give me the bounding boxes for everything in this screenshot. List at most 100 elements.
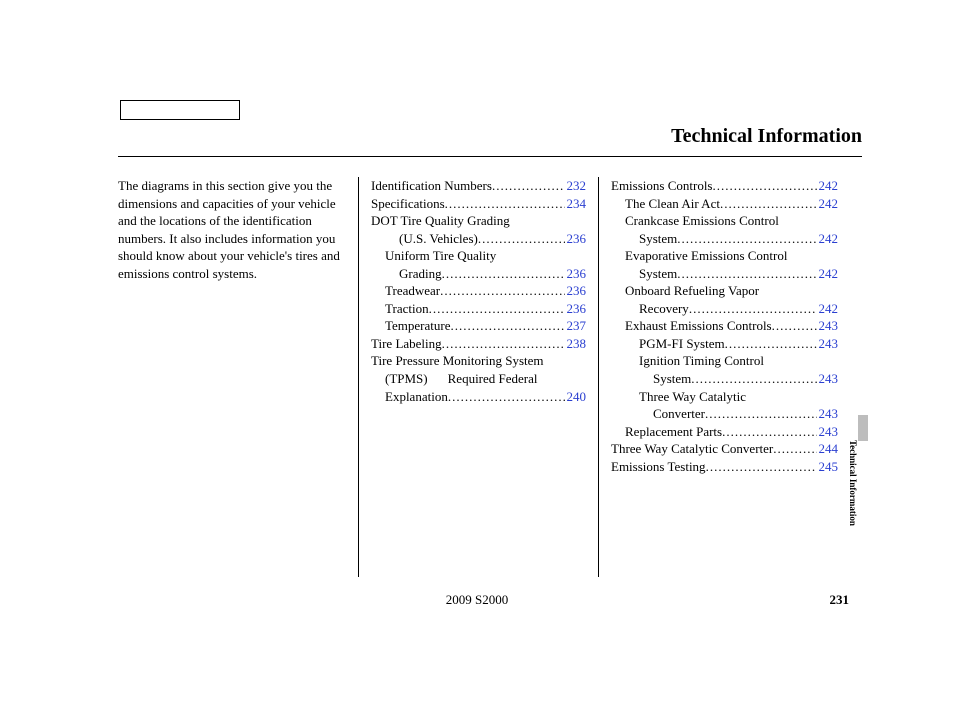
toc-entry-cont: System 242 — [611, 230, 838, 248]
toc-page-link[interactable]: 243 — [817, 423, 839, 441]
toc-page-link[interactable]: 238 — [565, 335, 587, 353]
toc-entry: DOT Tire Quality Grading — [371, 212, 586, 230]
toc-label: Temperature — [385, 317, 451, 335]
toc-label: Grading — [399, 265, 442, 283]
toc-dots — [713, 177, 817, 195]
toc-dots — [705, 405, 817, 423]
page-content: Technical Information The diagrams in th… — [0, 0, 954, 577]
toc-entry: Emissions Controls 242 — [611, 177, 838, 195]
footer-model: 2009 S2000 — [0, 592, 954, 608]
toc-label: Replacement Parts — [625, 423, 722, 441]
toc-label: Identification Numbers — [371, 177, 492, 195]
footer-page-number: 231 — [830, 592, 850, 608]
toc-label: PGM-FI System — [639, 335, 725, 353]
toc-label: Emissions Testing — [611, 458, 706, 476]
toc-page-link[interactable]: 234 — [565, 195, 587, 213]
toc-entry-cont: (TPMS)Required Federal — [371, 370, 586, 388]
toc-page-link[interactable]: 240 — [565, 388, 587, 406]
toc-entry: The Clean Air Act242 — [611, 195, 838, 213]
toc-page-link[interactable]: 242 — [817, 230, 839, 248]
toc-entry: Treadwear 236 — [371, 282, 586, 300]
toc-page-link[interactable]: 236 — [565, 265, 587, 283]
toc-entry-cont: Recovery 242 — [611, 300, 838, 318]
toc-entry: Emissions Testing 245 — [611, 458, 838, 476]
toc-entry-cont: Explanation 240 — [371, 388, 586, 406]
toc-entry: Uniform Tire Quality — [371, 247, 586, 265]
toc-entry-cont: System 243 — [611, 370, 838, 388]
toc-page-link[interactable]: 236 — [565, 282, 587, 300]
toc-page-link[interactable]: 242 — [817, 265, 839, 283]
toc-label: Recovery — [639, 300, 689, 318]
toc-entry: Three Way Catalytic — [611, 388, 838, 406]
toc-entry: Specifications 234 — [371, 195, 586, 213]
toc-page-link[interactable]: 242 — [817, 195, 839, 213]
toc-label: Exhaust Emissions Controls — [625, 317, 772, 335]
toc-dots — [691, 370, 816, 388]
toc-dots — [451, 317, 565, 335]
page-title: Technical Information — [118, 95, 862, 148]
toc-entry: Evaporative Emissions Control — [611, 247, 838, 265]
toc-label: Emissions Controls — [611, 177, 713, 195]
toc-label: DOT Tire Quality Grading — [371, 213, 510, 228]
toc-label: Tire Pressure Monitoring System — [371, 353, 544, 368]
toc-dots — [445, 195, 565, 213]
toc-entry-cont: (U.S. Vehicles)236 — [371, 230, 586, 248]
toc-label: System — [653, 370, 691, 388]
toc-entry-cont: Grading 236 — [371, 265, 586, 283]
toc-column-2: Emissions Controls 242 The Clean Air Act2… — [598, 177, 838, 577]
toc-label: Uniform Tire Quality — [385, 248, 496, 263]
toc-page-link[interactable]: 236 — [565, 230, 587, 248]
toc-entry: Tire Pressure Monitoring System — [371, 352, 586, 370]
toc-label: Explanation — [385, 388, 448, 406]
toc-label: Evaporative Emissions Control — [625, 248, 787, 263]
toc-page-link[interactable]: 243 — [817, 370, 839, 388]
toc-page-link[interactable]: 243 — [817, 335, 839, 353]
toc-dots — [442, 265, 565, 283]
toc-dots — [492, 177, 565, 195]
toc-entry: Crankcase Emissions Control — [611, 212, 838, 230]
toc-page-link[interactable]: 236 — [565, 300, 587, 318]
toc-dots — [773, 440, 816, 458]
thumb-tab-marker — [858, 415, 868, 441]
toc-label: Specifications — [371, 195, 445, 213]
toc-page-link[interactable]: 242 — [817, 300, 839, 318]
toc-page-link[interactable]: 242 — [817, 177, 839, 195]
toc-page-link[interactable]: 245 — [817, 458, 839, 476]
toc-entry: Ignition Timing Control — [611, 352, 838, 370]
toc-page-link[interactable]: 243 — [817, 317, 839, 335]
toc-label: Traction — [385, 300, 429, 318]
toc-dots — [677, 230, 816, 248]
thumb-tab-label: Technical Information — [846, 440, 858, 526]
toc-page-link[interactable]: 244 — [817, 440, 839, 458]
toc-page-link[interactable]: 232 — [565, 177, 587, 195]
toc-entry: Three Way Catalytic Converter 244 — [611, 440, 838, 458]
toc-column-1: Identification Numbers 232 Specifications… — [358, 177, 598, 577]
toc-label: Converter — [653, 405, 705, 423]
toc-dots — [689, 300, 817, 318]
content-columns: The diagrams in this section give you th… — [118, 177, 862, 577]
toc-label: System — [639, 265, 677, 283]
toc-dots — [440, 282, 564, 300]
toc-label: Three Way Catalytic Converter — [611, 440, 773, 458]
title-divider — [118, 156, 862, 157]
toc-page-link[interactable]: 243 — [817, 405, 839, 423]
toc-label: Crankcase Emissions Control — [625, 213, 779, 228]
intro-column: The diagrams in this section give you th… — [118, 177, 358, 577]
toc-entry: Tire Labeling 238 — [371, 335, 586, 353]
toc-dots — [722, 423, 816, 441]
toc-dots — [720, 195, 817, 213]
toc-label: Tire Labeling — [371, 335, 442, 353]
toc-dots — [478, 230, 565, 248]
toc-entry-cont: Converter 243 — [611, 405, 838, 423]
toc-dots — [725, 335, 817, 353]
toc-entry: Onboard Refueling Vapor — [611, 282, 838, 300]
toc-label: Ignition Timing Control — [639, 353, 764, 368]
toc-entry: Exhaust Emissions Controls 243 — [611, 317, 838, 335]
toc-dots — [706, 458, 817, 476]
toc-entry: Replacement Parts 243 — [611, 423, 838, 441]
toc-page-link[interactable]: 237 — [565, 317, 587, 335]
toc-label: Treadwear — [385, 282, 440, 300]
toc-dots — [677, 265, 816, 283]
toc-label: System — [639, 230, 677, 248]
intro-paragraph: The diagrams in this section give you th… — [118, 177, 346, 282]
